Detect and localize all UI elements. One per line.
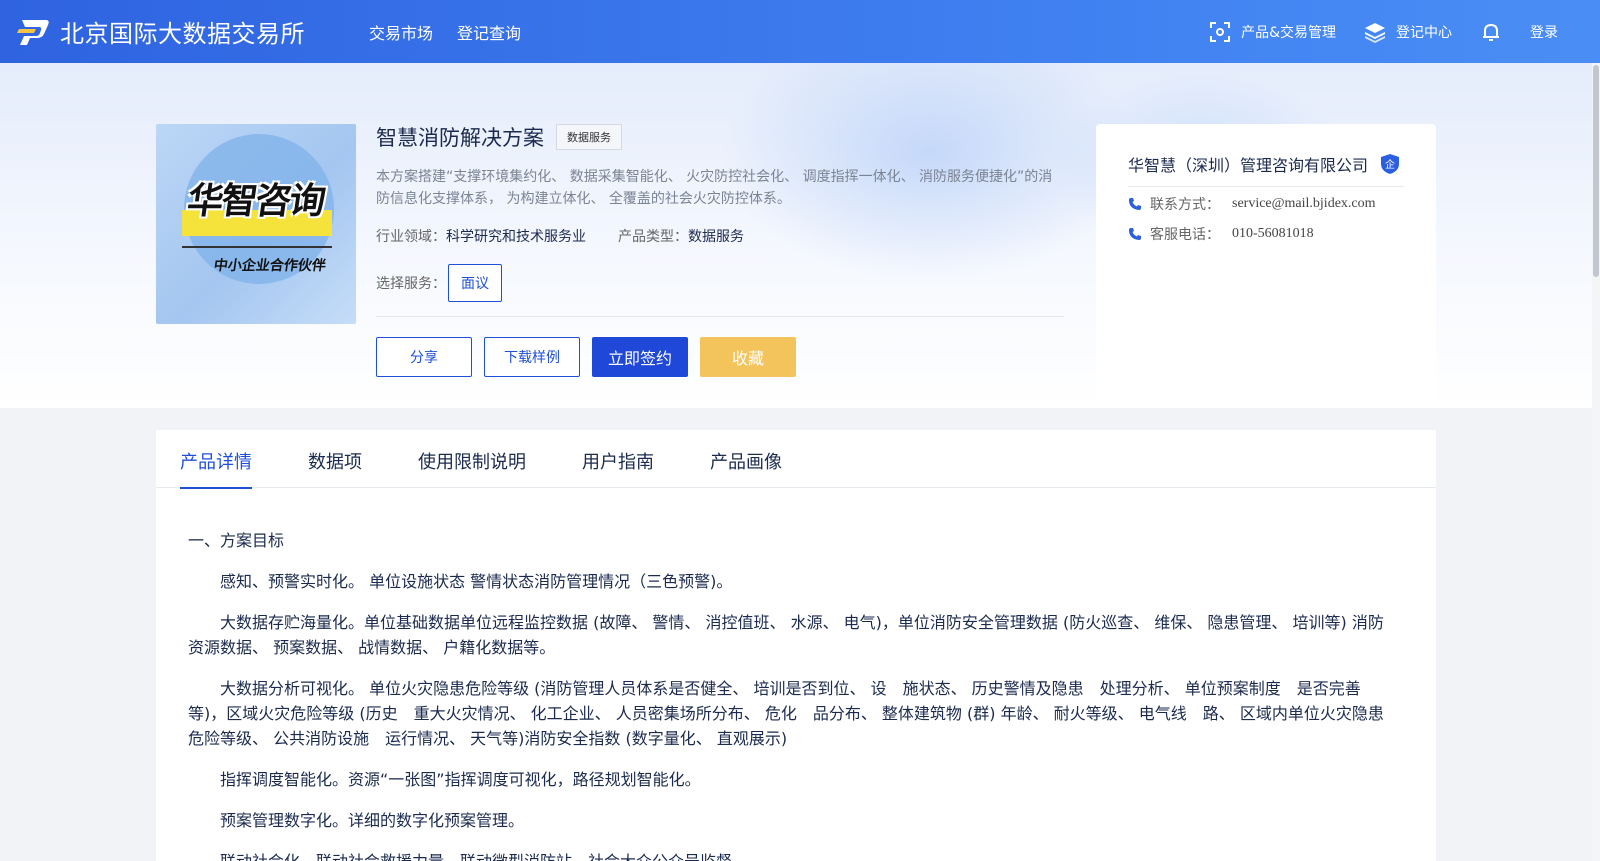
layers-icon	[1365, 22, 1385, 43]
cover-sub-text: 中小企业合作伙伴	[212, 258, 327, 274]
contact-email[interactable]: service@mail.bjidex.com	[1232, 196, 1376, 212]
service-phone-row: 客服电话： 010-56081018	[1128, 224, 1314, 244]
product-cover-image: 华智咨询 中小企业合作伙伴	[156, 124, 356, 324]
company-card: 华智慧（深圳）管理咨询有限公司 企 联系方式： service@mail.bji…	[1096, 124, 1436, 408]
phone-icon	[1129, 198, 1141, 210]
product-type-label: 产品类型：	[618, 229, 688, 245]
product-tag: 数据服务	[556, 124, 622, 150]
enterprise-verified-icon: 企	[1381, 154, 1400, 174]
paragraph: 指挥调度智能化。资源“一张图”指挥调度可视化，路径规划智能化。	[220, 770, 701, 789]
product-title-row: 智慧消防解决方案 数据服务	[376, 122, 622, 152]
product-description: 本方案搭建“支撑环境集约化、 数据采集智能化、 火灾防控社会化、 调度指挥一体化…	[376, 169, 1053, 207]
brand-logo[interactable]: 北京国际大数据交易所	[16, 14, 305, 49]
service-phone[interactable]: 010-56081018	[1232, 226, 1314, 242]
page-scrollbar[interactable]	[1592, 63, 1600, 861]
paragraph: 预案管理数字化。详细的数字化预案管理。	[220, 811, 525, 830]
industry-value: 科学研究和技术服务业	[446, 229, 586, 245]
paragraph: 大数据存贮海量化。单位基础数据单位远程监控数据 (故障、 警情、 消控值班、 水…	[188, 613, 1384, 657]
detail-tabs: 产品详情 数据项 使用限制说明 用户指南 产品画像	[156, 430, 1436, 489]
product-title: 智慧消防解决方案	[376, 126, 544, 150]
nav-registry-query[interactable]: 登记查询	[457, 20, 521, 44]
login-link[interactable]: 登录	[1530, 22, 1558, 42]
download-sample-button[interactable]: 下载样例	[484, 337, 580, 377]
product-meta: 行业领域：科学研究和技术服务业 产品类型：数据服务	[376, 226, 776, 246]
product-trade-mgmt-label: 产品&交易管理	[1241, 24, 1336, 41]
bell-icon[interactable]	[1480, 21, 1502, 43]
divider	[376, 316, 1064, 317]
scan-icon	[1210, 21, 1231, 42]
favorite-button[interactable]: 收藏	[700, 337, 796, 377]
paragraph: 感知、预警实时化。 单位设施状态 警情状态消防管理情况（三色预警)。	[220, 572, 733, 591]
tab-user-guide[interactable]: 用户指南	[582, 430, 654, 488]
service-label: 选择服务：	[376, 276, 446, 292]
company-name[interactable]: 华智慧（深圳）管理咨询有限公司	[1128, 152, 1368, 176]
share-button[interactable]: 分享	[376, 337, 472, 377]
contact-label: 联系方式：	[1150, 197, 1220, 213]
contact-email-row: 联系方式： service@mail.bjidex.com	[1128, 194, 1376, 214]
service-option-negotiable[interactable]: 面议	[448, 264, 502, 302]
scrollbar-thumb[interactable]	[1593, 65, 1599, 277]
sign-now-button[interactable]: 立即签约	[592, 337, 688, 377]
tab-data-items[interactable]: 数据项	[308, 430, 362, 488]
product-type-field: 产品类型：数据服务	[618, 226, 744, 246]
paragraph: 联动社会化。联动社会救援力量，联动微型消防站，社会大众公众号监督。	[188, 849, 1392, 861]
phone-label: 客服电话：	[1150, 227, 1220, 243]
cover-main-text: 华智咨询	[184, 181, 327, 222]
register-center-label: 登记中心	[1396, 24, 1452, 41]
phone-icon	[1129, 228, 1141, 240]
brand-name: 北京国际大数据交易所	[60, 20, 305, 48]
logo-mark-icon	[16, 16, 52, 48]
product-type-value: 数据服务	[688, 229, 744, 245]
enterprise-badge-text: 企	[1385, 158, 1395, 171]
tab-usage-restrictions[interactable]: 使用限制说明	[418, 430, 526, 488]
industry-field: 行业领域：科学研究和技术服务业	[376, 226, 586, 246]
section-heading: 一、方案目标	[188, 531, 285, 550]
main-nav: 交易市场 登记查询	[369, 20, 521, 44]
product-detail-article: 一、方案目标 感知、预警实时化。 单位设施状态 警情状态消防管理情况（三色预警)…	[156, 488, 1436, 861]
nav-market[interactable]: 交易市场	[369, 20, 433, 44]
paragraph: 大数据分析可视化。 单位火灾隐患危险等级 (消防管理人员体系是否健全、 培训是否…	[188, 679, 1400, 748]
company-name-row: 华智慧（深圳）管理咨询有限公司 企	[1128, 152, 1400, 176]
tab-product-profile[interactable]: 产品画像	[710, 430, 782, 488]
product-detail-panel: 产品详情 数据项 使用限制说明 用户指南 产品画像 一、方案目标 感知、预警实时…	[156, 430, 1436, 861]
industry-label: 行业领域：	[376, 229, 446, 245]
tab-product-detail[interactable]: 产品详情	[180, 430, 252, 489]
header-actions: 产品&交易管理 登记中心 登录	[1209, 0, 1600, 63]
service-select: 选择服务： 面议	[376, 264, 502, 302]
divider	[1128, 186, 1404, 187]
register-center-link[interactable]: 登记中心	[1364, 21, 1452, 43]
action-buttons: 分享 下载样例 立即签约 收藏	[376, 337, 796, 377]
top-header: 北京国际大数据交易所 交易市场 登记查询 产品&交易管理 登记中心 登录	[0, 0, 1600, 63]
product-trade-mgmt-link[interactable]: 产品&交易管理	[1209, 21, 1336, 43]
